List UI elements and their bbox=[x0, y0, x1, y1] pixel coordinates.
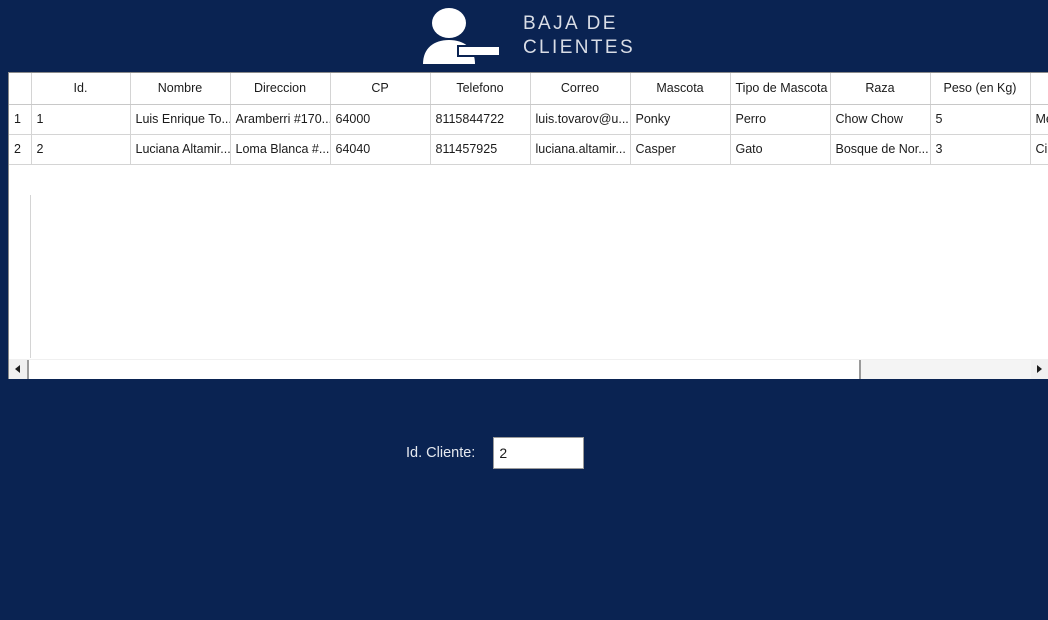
cell-cp[interactable]: 64000 bbox=[330, 104, 431, 135]
id-cliente-form-row: Id. Cliente: bbox=[406, 437, 585, 469]
row-header[interactable]: 2 bbox=[9, 134, 32, 165]
table-row[interactable]: 1 1 Luis Enrique To... Aramberri #170...… bbox=[9, 104, 1048, 135]
clients-table[interactable]: Id. Nombre Direccion CP Telefono Correo … bbox=[9, 73, 1048, 165]
cell-mascota[interactable]: Ponky bbox=[630, 104, 731, 135]
cell-raza[interactable]: Bosque de Nor... bbox=[830, 134, 931, 165]
id-cliente-input[interactable] bbox=[493, 437, 585, 469]
table-row[interactable]: 2 2 Luciana Altamir... Loma Blanca #... … bbox=[9, 134, 1048, 165]
column-header-telefono[interactable]: Telefono bbox=[430, 73, 531, 105]
cell-tipo-mascota[interactable]: Perro bbox=[730, 104, 831, 135]
cell-id[interactable]: 1 bbox=[31, 104, 131, 135]
cell-peso[interactable]: 5 bbox=[930, 104, 1031, 135]
cell-nombre[interactable]: Luis Enrique To... bbox=[130, 104, 231, 135]
cell-id[interactable]: 2 bbox=[31, 134, 131, 165]
triangle-left-icon bbox=[15, 365, 20, 373]
column-header-raza[interactable]: Raza bbox=[830, 73, 931, 105]
column-header-cp[interactable]: CP bbox=[330, 73, 431, 105]
cell-extra[interactable]: Med bbox=[1030, 104, 1048, 135]
scrollbar-thumb[interactable] bbox=[27, 360, 861, 379]
cell-telefono[interactable]: 811457925 bbox=[430, 134, 531, 165]
column-header-mascota[interactable]: Mascota bbox=[630, 73, 731, 105]
column-header-id[interactable]: Id. bbox=[31, 73, 131, 105]
cell-cp[interactable]: 64040 bbox=[330, 134, 431, 165]
remove-user-icon bbox=[422, 8, 501, 64]
column-header-rowhdr[interactable] bbox=[9, 73, 32, 105]
column-header-tipo-mascota[interactable]: Tipo de Mascota bbox=[730, 73, 831, 105]
cell-mascota[interactable]: Casper bbox=[630, 134, 731, 165]
cell-direccion[interactable]: Loma Blanca #... bbox=[230, 134, 331, 165]
grid-viewport[interactable]: Id. Nombre Direccion CP Telefono Correo … bbox=[9, 73, 1048, 358]
app-header: BAJA DE CLIENTES bbox=[0, 0, 1048, 72]
column-header-nombre[interactable]: Nombre bbox=[130, 73, 231, 105]
horizontal-scrollbar[interactable] bbox=[9, 358, 1048, 379]
column-header-direccion[interactable]: Direccion bbox=[230, 73, 331, 105]
grid-empty-area[interactable] bbox=[9, 195, 1048, 358]
clients-data-grid[interactable]: Id. Nombre Direccion CP Telefono Correo … bbox=[8, 72, 1048, 379]
triangle-right-icon bbox=[1037, 365, 1042, 373]
cell-peso[interactable]: 3 bbox=[930, 134, 1031, 165]
column-header-correo[interactable]: Correo bbox=[530, 73, 631, 105]
grid-empty-row-gutter bbox=[9, 195, 31, 358]
table-header-row: Id. Nombre Direccion CP Telefono Correo … bbox=[9, 73, 1048, 105]
cell-correo[interactable]: luciana.altamir... bbox=[530, 134, 631, 165]
bottom-form-panel: Id. Cliente: bbox=[0, 379, 1048, 620]
scroll-left-button[interactable] bbox=[9, 359, 26, 379]
row-header[interactable]: 1 bbox=[9, 104, 32, 135]
id-cliente-label: Id. Cliente: bbox=[406, 445, 476, 461]
column-header-extra[interactable] bbox=[1030, 73, 1048, 105]
cell-telefono[interactable]: 8115844722 bbox=[430, 104, 531, 135]
page-title: BAJA DE CLIENTES bbox=[522, 13, 636, 58]
scroll-right-button[interactable] bbox=[1031, 359, 1048, 379]
cell-nombre[interactable]: Luciana Altamir... bbox=[130, 134, 231, 165]
cell-raza[interactable]: Chow Chow bbox=[830, 104, 931, 135]
scrollbar-track[interactable] bbox=[861, 360, 1031, 379]
column-header-peso[interactable]: Peso (en Kg) bbox=[930, 73, 1031, 105]
cell-extra[interactable]: Ciru bbox=[1030, 134, 1048, 165]
cell-correo[interactable]: luis.tovarov@u... bbox=[530, 104, 631, 135]
cell-tipo-mascota[interactable]: Gato bbox=[730, 134, 831, 165]
cell-direccion[interactable]: Aramberri #170... bbox=[230, 104, 331, 135]
